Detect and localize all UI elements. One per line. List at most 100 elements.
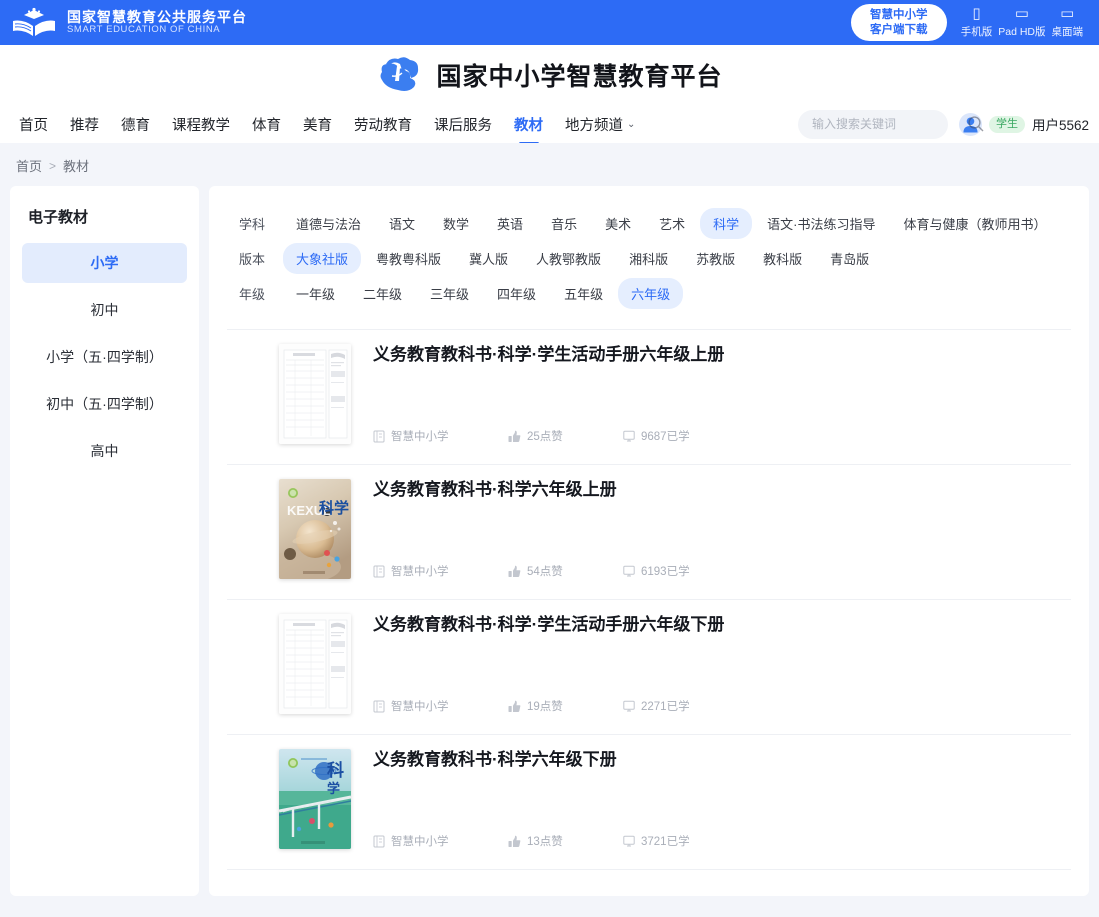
tablet-icon: ▭: [1014, 5, 1029, 22]
nav-label: 劳动教育: [354, 117, 412, 134]
book-cover-space: KEXUE 科学: [279, 479, 351, 579]
filter-subject-chinese[interactable]: 语文: [376, 208, 428, 239]
filter-edition-jiren[interactable]: 冀人版: [456, 243, 521, 274]
user-name: 用户5562: [1031, 118, 1089, 133]
sidebar-item-label: 初中: [90, 302, 119, 318]
platform-desktop[interactable]: ▭ 桌面端: [1052, 6, 1084, 39]
book-publisher-label: 智慧中小学: [391, 431, 449, 443]
nav-item-textbooks[interactable]: 教材: [503, 105, 554, 143]
nav-item-local-channel[interactable]: 地方频道 ⌄: [554, 105, 646, 143]
breadcrumb-current: 教材: [63, 159, 90, 174]
filter-subject-morality[interactable]: 道德与法治: [283, 208, 374, 239]
gov-name-cn: 国家智慧教育公共服务平台: [67, 8, 247, 25]
gov-brand[interactable]: 国家智慧教育公共服务平台 SMART EDUCATION OF CHINA: [10, 7, 247, 39]
filter-subject-english[interactable]: 英语: [484, 208, 536, 239]
platform-pad-label: Pad HD版: [998, 26, 1046, 38]
filter-edition-yuejiao[interactable]: 粤教粤科版: [363, 243, 454, 274]
book-meta: 智慧中小学 54点赞 6193已学: [373, 563, 1065, 579]
book-info: 义务教育教科书·科学六年级上册 智慧中小学 54点赞 6193已学: [373, 479, 1065, 579]
platform-pad[interactable]: ▭ Pad HD版: [998, 6, 1045, 39]
book-meta: 智慧中小学 19点赞 2271已学: [373, 698, 1065, 714]
gov-name-en: SMART EDUCATION OF CHINA: [67, 24, 221, 36]
filter-grade-1[interactable]: 一年级: [283, 278, 348, 309]
book-studied-label: 9687已学: [641, 431, 690, 443]
sidebar-item-primary-54[interactable]: 小学（五·四学制）: [22, 337, 187, 377]
book-title: 义务教育教科书·科学六年级下册: [373, 750, 617, 769]
filter-subject-art[interactable]: 美术: [592, 208, 644, 239]
search-input[interactable]: [811, 117, 967, 131]
user-role-badge: 学生: [988, 115, 1025, 133]
platform-desktop-label: 桌面端: [1051, 26, 1084, 38]
search-icon[interactable]: [967, 115, 985, 133]
book-studied-label: 2271已学: [641, 701, 690, 713]
page-title: 国家中小学智慧教育平台: [436, 63, 723, 91]
filter-section: 学科 道德与法治 语文 数学 英语 音乐 美术 艺术 科学 语文·书法练习指导 …: [227, 202, 1071, 323]
content-layout: 电子教材 小学 初中 小学（五·四学制） 初中（五·四学制） 高中 学科 道德与…: [0, 186, 1099, 896]
list-item[interactable]: 义务教育教科书·科学·学生活动手册六年级下册 智慧中小学 19点赞 2271已学: [227, 599, 1071, 734]
filter-edition-sujiao[interactable]: 苏教版: [683, 243, 748, 274]
sidebar-item-label: 小学（五·四学制）: [46, 349, 163, 365]
filter-subject-calligraphy[interactable]: 语文·书法练习指导: [754, 208, 888, 239]
sidebar-item-senior[interactable]: 高中: [22, 431, 187, 471]
filter-subject-pe-health[interactable]: 体育与健康（教师用书）: [890, 208, 1059, 239]
sidebar-item-label: 初中（五·四学制）: [46, 396, 163, 412]
filter-grade-2[interactable]: 二年级: [350, 278, 415, 309]
list-item[interactable]: KEXUE 科学 义务教育教科书·科学六年级上册 智慧中小学 54点赞 6193…: [227, 464, 1071, 599]
book-meta: 智慧中小学 13点赞 3721已学: [373, 833, 1065, 849]
monitor-icon: [623, 565, 635, 577]
search-box[interactable]: [797, 109, 984, 139]
book-studied: 3721已学: [623, 833, 690, 849]
sidebar-item-junior[interactable]: 初中: [22, 290, 187, 330]
filter-subject-music[interactable]: 音乐: [538, 208, 590, 239]
nav-item-physical-education[interactable]: 体育: [241, 105, 292, 143]
filter-edition-qingdao[interactable]: 青岛版: [817, 243, 882, 274]
filter-edition-xiangke[interactable]: 湘科版: [616, 243, 681, 274]
list-item[interactable]: 科 学 义务教育教科书·科学六年级下册 智慧中小学 13点赞 3721已学: [227, 734, 1071, 869]
filter-edition-daxiang[interactable]: 大象社版: [283, 243, 362, 274]
client-download-button[interactable]: 智慧中小学 客户端下载: [850, 4, 947, 41]
thumbs-up-icon: [508, 835, 521, 847]
book-studied: 9687已学: [623, 428, 690, 444]
filter-grade-6[interactable]: 六年级: [618, 278, 684, 309]
filter-subject-arts[interactable]: 艺术: [646, 208, 698, 239]
nav-label: 推荐: [70, 117, 99, 134]
filter-edition-jiaoke[interactable]: 教科版: [750, 243, 815, 274]
filter-grade-3[interactable]: 三年级: [417, 278, 482, 309]
sidebar-item-primary[interactable]: 小学: [22, 243, 187, 283]
main-navigation: 首页 推荐 德育 课程教学 体育 美育 劳动教育 课后服务 教材 地方频道 ⌄: [0, 105, 1099, 143]
book-likes: 19点赞: [508, 698, 623, 714]
book-icon: [373, 700, 385, 712]
book-studied-label: 6193已学: [641, 566, 690, 578]
filter-subject-math[interactable]: 数学: [430, 208, 482, 239]
client-download-line1: 智慧中小学: [869, 9, 928, 22]
desktop-icon: ▭: [1060, 5, 1075, 22]
sidebar-title: 电子教材: [28, 209, 89, 226]
book-publisher: 智慧中小学: [373, 698, 508, 714]
book-title: 义务教育教科书·科学·学生活动手册六年级下册: [373, 615, 725, 634]
thumbs-up-icon: [508, 700, 521, 712]
nav-item-after-school[interactable]: 课后服务: [423, 105, 503, 143]
sidebar-item-label: 高中: [90, 443, 119, 459]
nav-item-curriculum[interactable]: 课程教学: [161, 105, 241, 143]
nav-item-labor-education[interactable]: 劳动教育: [343, 105, 423, 143]
breadcrumb-separator: >: [49, 158, 57, 173]
filter-grade-4[interactable]: 四年级: [484, 278, 549, 309]
nav-item-home[interactable]: 首页: [8, 105, 59, 143]
nav-item-recommend[interactable]: 推荐: [59, 105, 110, 143]
nav-item-aesthetic-education[interactable]: 美育: [292, 105, 343, 143]
book-publisher: 智慧中小学: [373, 428, 508, 444]
nav-label: 课程教学: [172, 117, 230, 134]
sidebar-item-junior-54[interactable]: 初中（五·四学制）: [22, 384, 187, 424]
nav-item-moral-education[interactable]: 德育: [110, 105, 161, 143]
filter-label-edition: 版本: [239, 252, 266, 267]
filter-subject-science[interactable]: 科学: [700, 208, 753, 239]
client-download-line2: 客户端下载: [869, 23, 928, 36]
filter-edition-renjiaoejiao[interactable]: 人教鄂教版: [523, 243, 614, 274]
topbar-actions: 智慧中小学 客户端下载 ▯ 手机版 ▭ Pad HD版 ▭ 桌面端: [850, 4, 1084, 41]
filter-grade-5[interactable]: 五年级: [551, 278, 616, 309]
platform-mobile[interactable]: ▯ 手机版: [961, 6, 993, 39]
breadcrumb-home[interactable]: 首页: [16, 156, 42, 175]
list-item[interactable]: 义务教育教科书·科学·学生活动手册六年级上册 智慧中小学 25点赞 9687已学: [227, 329, 1071, 464]
phone-icon: ▯: [972, 5, 981, 22]
book-likes: 13点赞: [508, 833, 623, 849]
